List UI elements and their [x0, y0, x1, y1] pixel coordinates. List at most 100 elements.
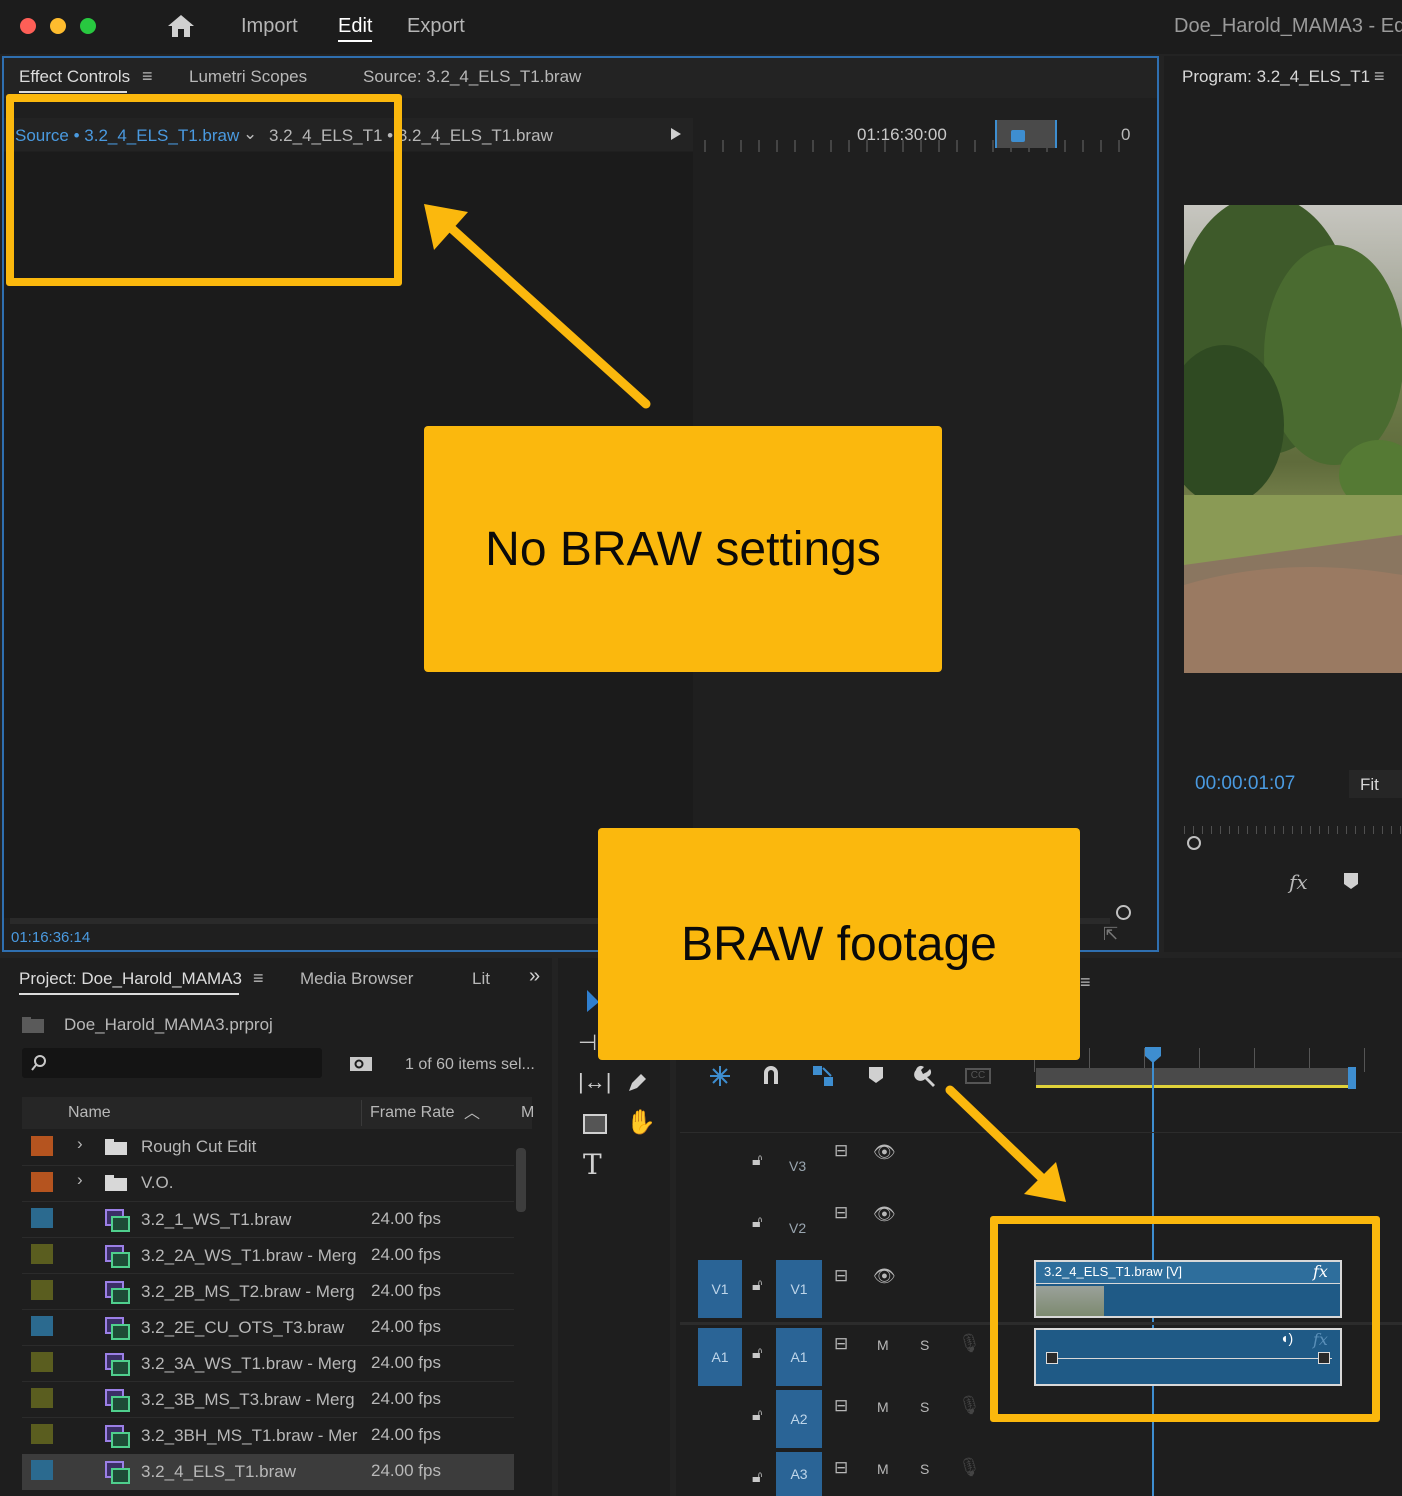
project-menu-icon[interactable]: ≡	[253, 968, 264, 989]
eye-icon[interactable]: 👁︎	[873, 1266, 896, 1287]
menu-import[interactable]: Import	[241, 15, 298, 38]
track-select-tool-icon[interactable]: ⊣	[578, 1030, 597, 1056]
track-v2-label[interactable]: V2	[789, 1220, 806, 1236]
magnet-icon[interactable]	[760, 1064, 782, 1086]
lock-icon[interactable]: 🔓︎	[752, 1345, 762, 1363]
track-target-v1[interactable]: V1	[776, 1260, 822, 1318]
sync-lock-icon[interactable]: ⊟	[834, 1334, 848, 1354]
list-item[interactable]: 3.2_1_WS_T1.braw 24.00 fps	[22, 1202, 514, 1238]
sort-ascending-icon[interactable]: ︿	[464, 1099, 480, 1123]
microphone-icon[interactable]: 🎙︎	[958, 1457, 981, 1478]
label-color-swatch[interactable]	[31, 1172, 53, 1192]
track-target-a1[interactable]: A1	[776, 1328, 822, 1386]
lock-icon[interactable]: 🔓︎	[752, 1214, 762, 1232]
label-color-swatch[interactable]	[31, 1424, 53, 1444]
more-panels-icon[interactable]: »	[529, 965, 540, 988]
source-patch-a1[interactable]: A1	[698, 1328, 742, 1386]
list-item[interactable]: › Rough Cut Edit	[22, 1130, 514, 1166]
microphone-icon[interactable]: 🎙︎	[958, 1395, 981, 1416]
list-item[interactable]: 3.2_3A_WS_T1.braw - Merg 24.00 fps	[22, 1346, 514, 1382]
column-media-start[interactable]: M	[521, 1104, 534, 1122]
solo-button[interactable]: S	[920, 1399, 929, 1415]
menu-export[interactable]: Export	[407, 15, 465, 38]
list-item[interactable]: 3.2_3BH_MS_T1.braw - Mer 24.00 fps	[22, 1418, 514, 1454]
program-zoom-circle-icon[interactable]	[1187, 836, 1201, 850]
wrench-icon[interactable]	[913, 1064, 937, 1088]
ruler-clip-range[interactable]	[995, 120, 1057, 148]
program-timecode[interactable]: 00:00:01:07	[1195, 773, 1295, 795]
work-area-end-handle[interactable]	[1348, 1067, 1356, 1089]
source-patch-v1[interactable]: V1	[698, 1260, 742, 1318]
label-color-swatch[interactable]	[31, 1316, 53, 1336]
track-target-a3[interactable]: A3	[776, 1452, 822, 1496]
timeline-menu-icon[interactable]: ≡	[1080, 972, 1091, 993]
lock-icon[interactable]: 🔓︎	[752, 1469, 762, 1487]
tab-effect-controls[interactable]: Effect Controls	[19, 67, 130, 87]
play-triangle-icon[interactable]	[670, 127, 682, 141]
sync-lock-icon[interactable]: ⊟	[834, 1458, 848, 1478]
fx-icon[interactable]: fx	[1289, 870, 1308, 894]
hand-tool-icon[interactable]: ✋	[626, 1108, 656, 1137]
label-color-swatch[interactable]	[31, 1208, 53, 1228]
mute-button[interactable]: M	[877, 1461, 889, 1477]
list-item[interactable]: 3.2_3B_MS_T3.braw - Merg 24.00 fps	[22, 1382, 514, 1418]
lock-icon[interactable]: 🔓︎	[752, 1152, 762, 1170]
ripple-edit-tool-icon[interactable]: |↔|	[578, 1069, 611, 1095]
list-item[interactable]: 3.2_2E_CU_OTS_T3.braw 24.00 fps	[22, 1310, 514, 1346]
mute-button[interactable]: M	[877, 1399, 889, 1415]
program-menu-icon[interactable]: ≡	[1374, 66, 1385, 87]
zoom-window-button[interactable]	[80, 18, 96, 34]
list-item-selected[interactable]: 3.2_4_ELS_T1.braw 24.00 fps	[22, 1454, 514, 1490]
chevron-right-icon[interactable]: ›	[77, 1170, 83, 1190]
label-color-swatch[interactable]	[31, 1244, 53, 1264]
label-color-swatch[interactable]	[31, 1352, 53, 1372]
sync-lock-icon[interactable]: ⊟	[834, 1141, 848, 1161]
column-name[interactable]: Name	[68, 1104, 111, 1122]
tab-libraries[interactable]: Lit	[472, 969, 490, 989]
tab-project[interactable]: Project: Doe_Harold_MAMA3	[19, 969, 242, 989]
list-item[interactable]: 3.2_2A_WS_T1.braw - Merg 24.00 fps	[22, 1238, 514, 1274]
export-frame-icon[interactable]: ⇱	[1103, 924, 1118, 945]
eye-icon[interactable]: 👁︎	[873, 1142, 896, 1163]
tab-source[interactable]: Source: 3.2_4_ELS_T1.braw	[363, 67, 581, 87]
solo-button[interactable]: S	[920, 1337, 929, 1353]
mute-button[interactable]: M	[877, 1337, 889, 1353]
label-color-swatch[interactable]	[31, 1388, 53, 1408]
microphone-icon[interactable]: 🎙︎	[958, 1333, 981, 1354]
list-item[interactable]: › V.O.	[22, 1166, 514, 1202]
home-icon[interactable]	[166, 13, 196, 39]
tab-lumetri-scopes[interactable]: Lumetri Scopes	[189, 67, 307, 87]
lock-icon[interactable]: 🔓︎	[752, 1277, 762, 1295]
column-frame-rate[interactable]: Frame Rate	[370, 1104, 454, 1122]
tab-media-browser[interactable]: Media Browser	[300, 969, 413, 989]
list-item[interactable]: 3.2_2B_MS_T2.braw - Merg 24.00 fps	[22, 1274, 514, 1310]
label-color-swatch[interactable]	[31, 1136, 53, 1156]
zoom-circle-icon[interactable]	[1116, 905, 1131, 920]
column-divider[interactable]	[361, 1100, 362, 1126]
add-marker-icon[interactable]	[868, 1066, 884, 1084]
work-area-bar[interactable]	[1036, 1068, 1354, 1088]
type-tool-icon[interactable]: T	[583, 1148, 602, 1181]
sync-lock-icon[interactable]: ⊟	[834, 1266, 848, 1286]
project-list-scrollbar[interactable]	[516, 1148, 526, 1212]
solo-button[interactable]: S	[920, 1461, 929, 1477]
menu-edit[interactable]: Edit	[338, 15, 372, 38]
find-bin-icon[interactable]	[349, 1055, 373, 1073]
track-target-a2[interactable]: A2	[776, 1390, 822, 1448]
minimize-window-button[interactable]	[50, 18, 66, 34]
pen-tool-icon[interactable]	[626, 1070, 650, 1094]
chevron-right-icon[interactable]: ›	[77, 1134, 83, 1154]
program-title[interactable]: Program: 3.2_4_ELS_T1	[1182, 67, 1370, 87]
label-color-swatch[interactable]	[31, 1460, 53, 1480]
snap-icon[interactable]	[708, 1064, 732, 1088]
sync-lock-icon[interactable]: ⊟	[834, 1396, 848, 1416]
eye-icon[interactable]: 👁︎	[873, 1204, 896, 1225]
rectangle-tool-icon[interactable]	[583, 1114, 607, 1134]
marker-icon[interactable]	[1343, 872, 1359, 890]
effect-panel-menu-icon[interactable]: ≡	[142, 66, 153, 87]
project-search-input[interactable]	[22, 1048, 322, 1078]
close-window-button[interactable]	[20, 18, 36, 34]
track-v3-label[interactable]: V3	[789, 1158, 806, 1174]
linked-selection-icon[interactable]	[811, 1064, 835, 1088]
sync-lock-icon[interactable]: ⊟	[834, 1203, 848, 1223]
